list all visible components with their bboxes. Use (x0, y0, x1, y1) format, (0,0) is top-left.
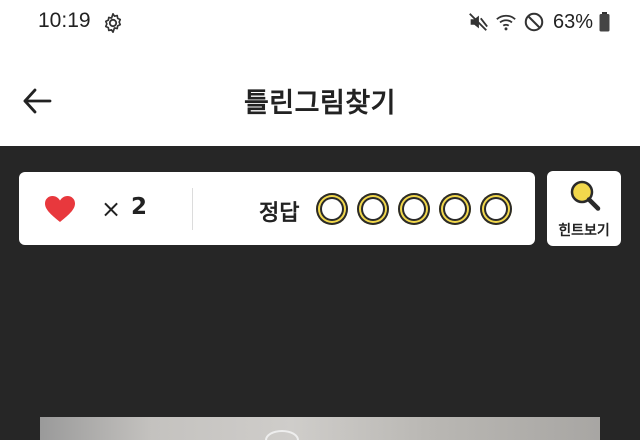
answer-slot (357, 193, 389, 225)
hint-label: 힌트보기 (558, 223, 610, 239)
magnifier-icon (570, 180, 601, 211)
score-panel: × 2 정답 (19, 172, 535, 245)
status-bar: 10:19 63% (0, 0, 640, 46)
gear-icon (104, 13, 122, 33)
lives-count: 2 (131, 194, 148, 220)
divider (192, 188, 193, 230)
heart-icon (45, 196, 75, 222)
status-icons: 63% (467, 8, 610, 36)
page-title: 틀린그림찾기 (243, 88, 397, 119)
times-symbol: × (101, 195, 122, 223)
app-header: 틀린그림찾기 (0, 46, 640, 146)
do-not-disturb-icon (524, 12, 544, 32)
answer-slot (439, 193, 471, 225)
battery-icon (599, 12, 610, 32)
answer-slot (316, 193, 348, 225)
mute-vibrate-icon (469, 13, 488, 31)
answer-slots (316, 193, 512, 225)
battery-percent: 63% (552, 10, 593, 33)
hint-button[interactable]: 힌트보기 (547, 171, 621, 246)
wifi-icon (496, 14, 516, 31)
answer-slot (398, 193, 430, 225)
puzzle-image[interactable] (40, 417, 600, 440)
answer-slot (480, 193, 512, 225)
answer-label: 정답 (259, 201, 300, 226)
status-time: 10:19 (38, 9, 91, 32)
game-area: × 2 정답 힌트보기 (0, 146, 640, 440)
